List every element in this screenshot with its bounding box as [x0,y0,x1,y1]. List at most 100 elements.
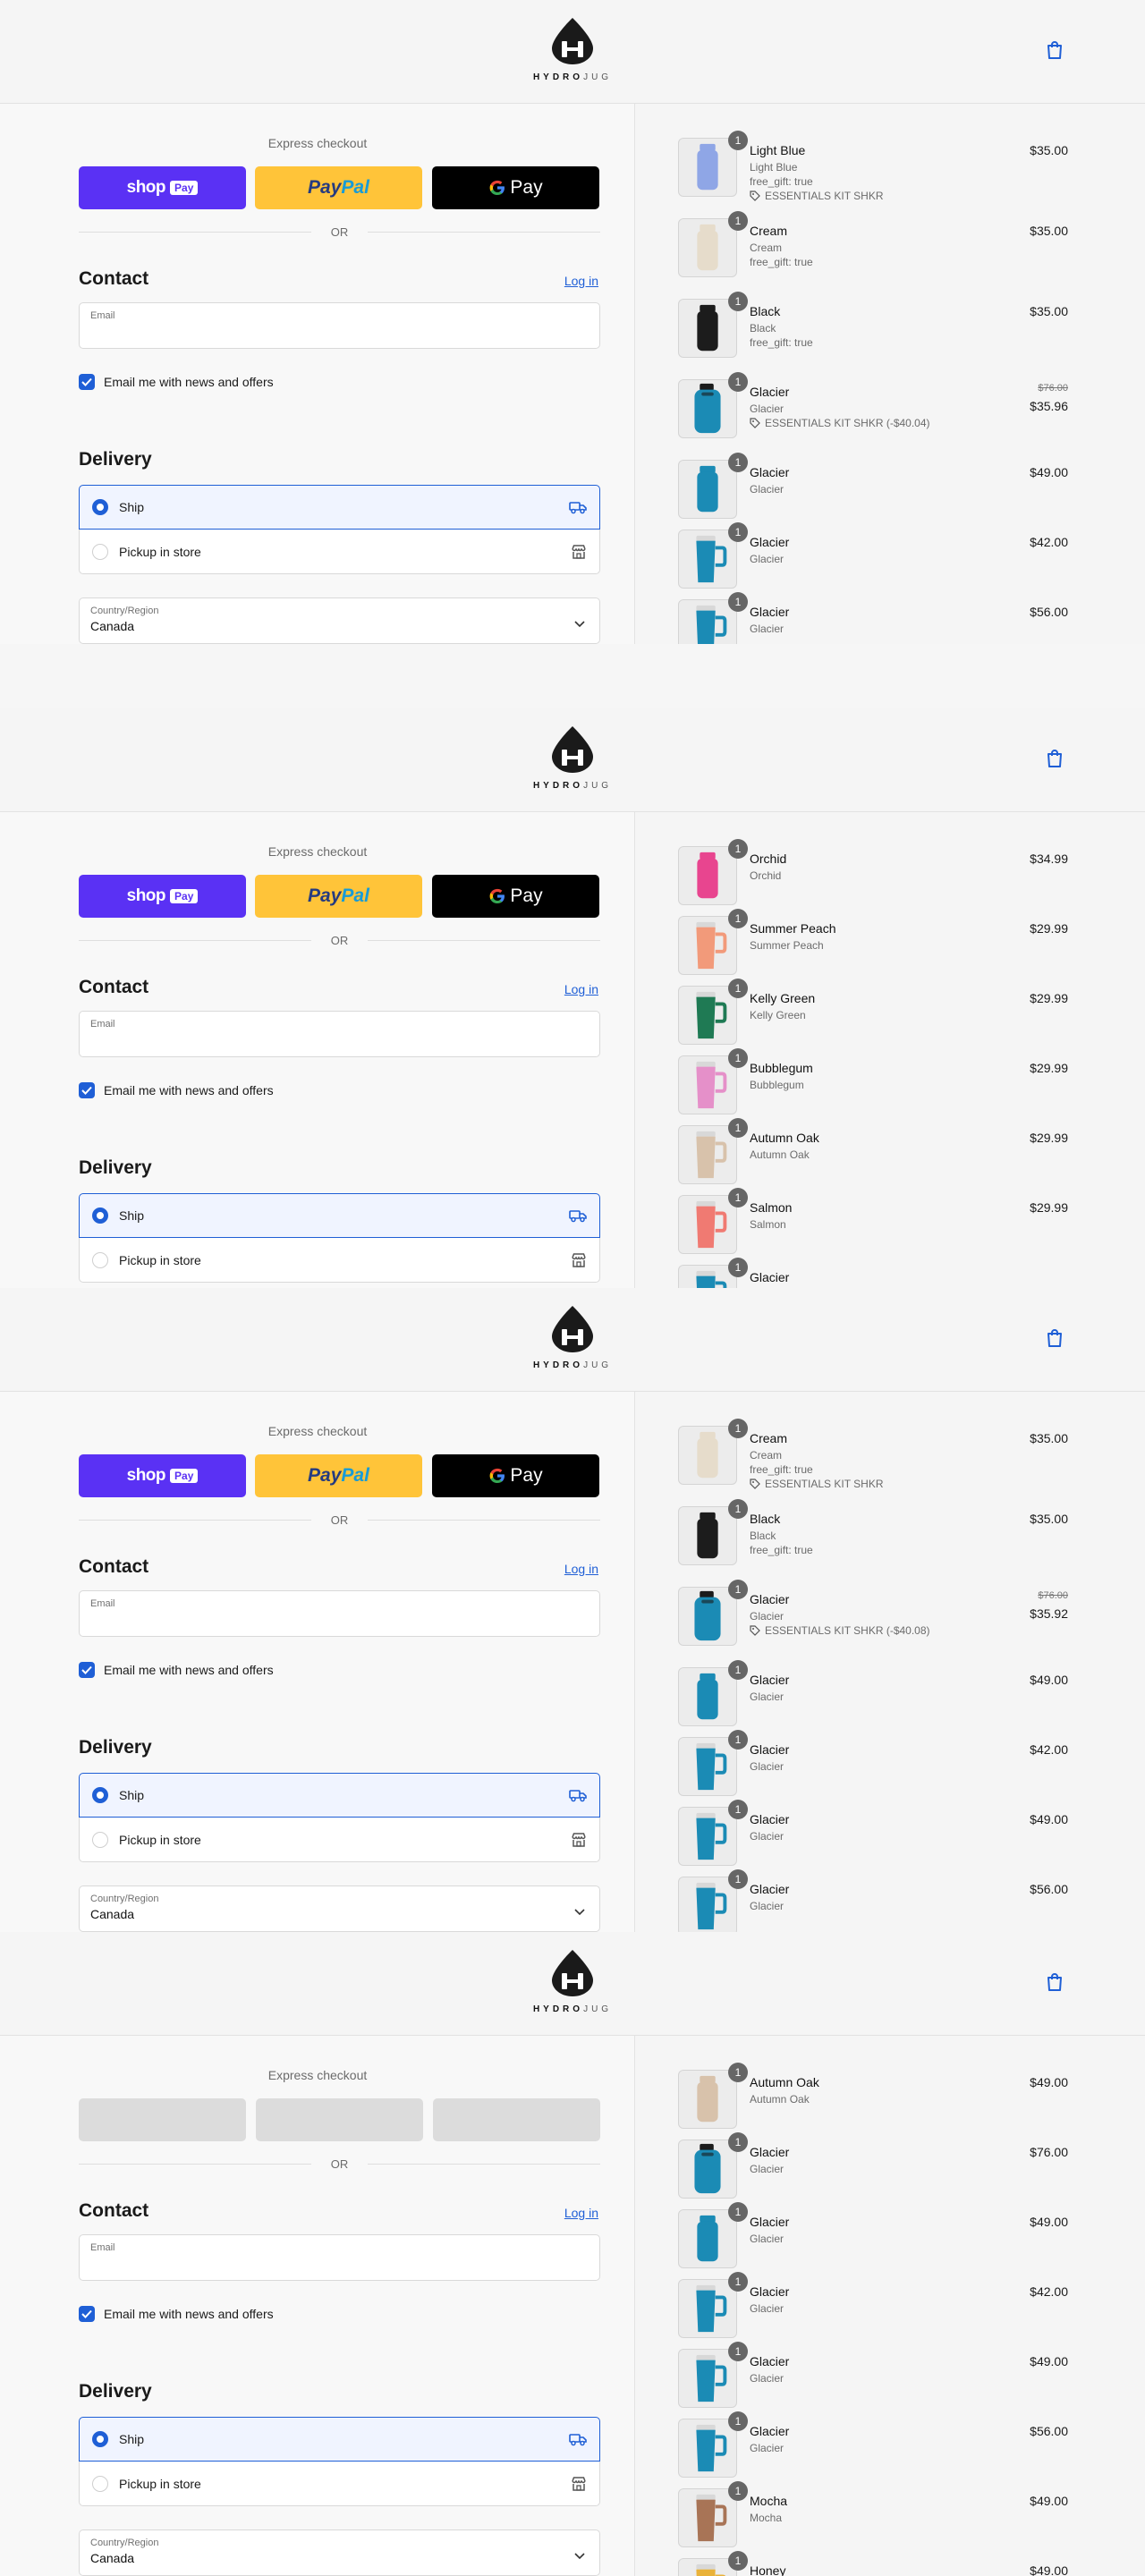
login-link[interactable]: Log in [564,1562,598,1576]
logo-drop-icon [552,1306,593,1352]
brand-logo[interactable]: HYDROJUG [528,1950,617,2018]
quantity-badge: 1 [728,2342,748,2361]
brand-logo[interactable]: HYDROJUG [528,1306,617,1374]
discount-code: ESSENTIALS KIT SHKR [765,1478,884,1490]
product-price: $49.00 [1030,2075,1068,2089]
ship-option[interactable]: Ship [79,1773,600,1818]
line-item: 1 Black Black free_gift: true $35.00 [666,292,1068,358]
paypal-button[interactable]: PayPal [255,166,422,209]
product-thumbnail [678,460,737,519]
newsletter-checkbox-row[interactable]: Email me with news and offers [79,374,274,390]
cart-bag-icon[interactable] [1045,1327,1064,1349]
line-item: 1 Summer Peach Summer Peach $29.99 [666,909,1068,975]
product-name: Glacier [750,2215,790,2229]
newsletter-checkbox-row[interactable]: Email me with news and offers [79,2306,274,2322]
pickup-radio[interactable] [92,1251,108,1268]
shop-pay-button[interactable]: shop Pay [79,166,246,209]
google-pay-button[interactable]: Pay [432,1454,599,1497]
product-variant: Glacier [750,1900,785,1912]
product-variant: Glacier [750,2442,785,2454]
email-field[interactable]: Email [79,302,600,349]
product-variant: Glacier [750,483,785,496]
pickup-option[interactable]: Pickup in store [79,1818,600,1862]
quantity-badge: 1 [728,131,748,150]
product-property: free_gift: true [750,336,813,349]
ship-radio[interactable] [92,1787,108,1803]
discounted-price: $35.92 [1030,1606,1068,1621]
gpay-word: Pay [488,177,543,199]
ship-radio[interactable] [92,499,108,515]
cart-bag-icon[interactable] [1045,39,1064,61]
google-g-icon [488,1467,506,1485]
quantity-badge: 1 [728,1869,748,1889]
line-item: 1 Autumn Oak Autumn Oak $49.00 [666,2063,1068,2129]
email-field[interactable]: Email [79,1590,600,1637]
paypal-button[interactable]: PayPal [255,1454,422,1497]
pickup-option[interactable]: Pickup in store [79,1238,600,1283]
checkout-form: Express checkout OR Contact Log in Email Emai… [0,2036,635,2576]
country-select[interactable]: Country/Region Canada [79,1885,600,1932]
product-variant: Glacier [750,2233,785,2245]
country-select[interactable]: Country/Region Canada [79,597,600,644]
email-field[interactable]: Email [79,2234,600,2281]
paypal-word-b: Pal [341,1465,369,1486]
product-name: Glacier [750,1882,790,1896]
login-link[interactable]: Log in [564,982,598,996]
logo-wordmark-light: JUG [583,1360,613,1370]
checkout-panel: HYDROJUG Express checkout shop Pay PayPal Pay… [0,0,1145,644]
line-item: 1 Light Blue Light Blue free_gift: true ESSE… [666,131,1068,202]
pickup-radio[interactable] [92,543,108,560]
gpay-word: Pay [488,1465,543,1487]
country-select[interactable]: Country/Region Canada [79,2529,600,2576]
discounted-price: $35.96 [1030,399,1068,413]
shop-pay-button[interactable]: shop Pay [79,875,246,918]
pickup-option[interactable]: Pickup in store [79,2462,600,2506]
shop-pay-button[interactable]: shop Pay [79,1454,246,1497]
product-thumbnail [678,2070,737,2129]
newsletter-checkbox[interactable] [79,1662,95,1678]
ship-radio[interactable] [92,1208,108,1224]
newsletter-checkbox[interactable] [79,2306,95,2322]
pickup-radio[interactable] [92,2475,108,2492]
delivery-title: Delivery [79,449,152,470]
pickup-radio[interactable] [92,1831,108,1848]
ship-radio[interactable] [92,2431,108,2447]
line-item: 1 Glacier Glacier $49.00 [666,2342,1068,2408]
original-price: $76.00 [1038,383,1068,394]
ship-option[interactable]: Ship [79,2417,600,2462]
ship-option[interactable]: Ship [79,1193,600,1238]
newsletter-checkbox[interactable] [79,374,95,390]
google-pay-button[interactable]: Pay [432,166,599,209]
product-variant: Black [750,1530,776,1542]
paypal-button[interactable]: PayPal [255,875,422,918]
discount-line: ESSENTIALS KIT SHKR (-$40.08) [750,1624,930,1637]
google-pay-button[interactable]: Pay [432,875,599,918]
product-variant: Glacier [750,2163,785,2175]
email-field[interactable]: Email [79,1011,600,1057]
pickup-option[interactable]: Pickup in store [79,530,600,574]
contact-title: Contact [79,268,149,289]
brand-logo[interactable]: HYDROJUG [528,726,617,794]
brand-logo[interactable]: HYDROJUG [528,18,617,86]
newsletter-label: Email me with news and offers [104,375,274,389]
login-link[interactable]: Log in [564,274,598,288]
newsletter-checkbox[interactable] [79,1082,95,1098]
product-name: Autumn Oak [750,1131,819,1145]
shop-pay-tag: Pay [170,889,199,903]
product-thumbnail [678,530,737,589]
login-link[interactable]: Log in [564,2206,598,2220]
pickup-label: Pickup in store [119,2476,201,2491]
product-name: Glacier [750,2145,790,2159]
newsletter-checkbox-row[interactable]: Email me with news and offers [79,1082,274,1098]
or-divider: OR [79,2157,600,2171]
newsletter-checkbox-row[interactable]: Email me with news and offers [79,1662,274,1678]
paypal-word-a: Pay [308,886,342,906]
newsletter-label: Email me with news and offers [104,2307,274,2321]
product-thumbnail [678,218,737,277]
product-price: $42.00 [1030,1742,1068,1757]
ship-option[interactable]: Ship [79,485,600,530]
product-name: Glacier [750,2284,790,2299]
cart-bag-icon[interactable] [1045,748,1064,769]
cart-bag-icon[interactable] [1045,1971,1064,1993]
site-header: HYDROJUG [0,708,1145,812]
